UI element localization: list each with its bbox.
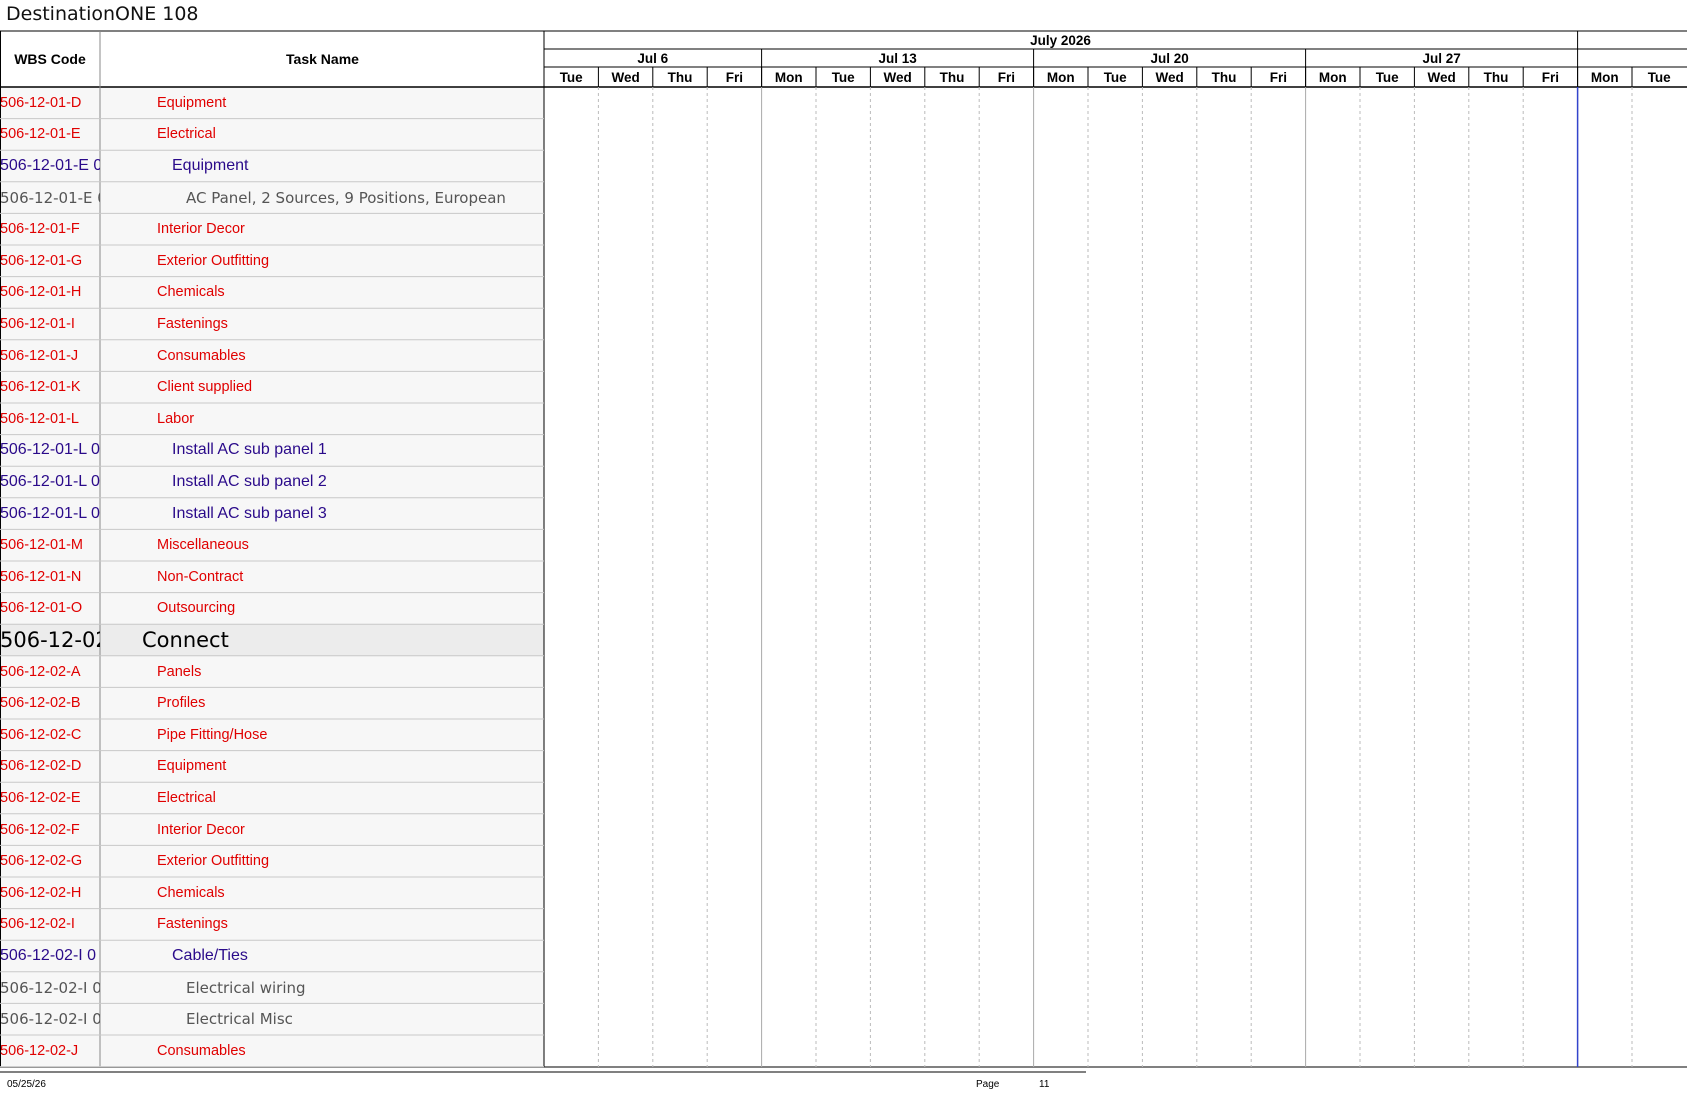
day-label: Mon — [1318, 69, 1347, 85]
wbs-code-cell[interactable]: 506-12-02-C — [0, 719, 100, 751]
task-name-cell[interactable]: Electrical wiring — [186, 972, 540, 1004]
wbs-code-cell[interactable]: 506-12-01-H — [0, 277, 100, 309]
wbs-code-cell[interactable]: 506-12-01-L 0 — [0, 466, 100, 498]
wbs-code-cell[interactable]: 506-12-02-I 01 — [0, 1003, 100, 1035]
footer-date: 05/25/26 — [7, 1079, 46, 1090]
day-label: Wed — [1427, 69, 1456, 85]
wbs-code-cell[interactable]: 506-12-02-H — [0, 877, 100, 909]
task-column-header[interactable]: Task Name — [101, 31, 544, 87]
task-name-cell[interactable]: Labor — [157, 403, 540, 435]
week-label: Jul 13 — [878, 50, 917, 66]
wbs-code-cell[interactable]: 506-12-01-E 0 — [0, 182, 100, 214]
task-name-cell[interactable]: Interior Decor — [157, 213, 540, 245]
day-label: Tue — [1375, 69, 1399, 85]
wbs-code-cell[interactable]: 506-12-02-G — [0, 845, 100, 877]
day-label: Fri — [1269, 69, 1288, 85]
wbs-column-header[interactable]: WBS Code — [0, 31, 100, 87]
wbs-code-cell[interactable]: 506-12-02-I — [0, 909, 100, 941]
wbs-code-cell[interactable]: 506-12-02-D — [0, 751, 100, 783]
day-label: Tue — [1647, 69, 1671, 85]
wbs-code-cell[interactable]: 506-12-02 — [0, 624, 100, 656]
day-label: Tue — [1103, 69, 1127, 85]
footer-page-number: 11 — [1039, 1079, 1050, 1090]
month-label: July 2026 — [1030, 32, 1091, 48]
wbs-code-cell[interactable]: 506-12-02-I 0 — [0, 940, 100, 972]
day-label: Thu — [1483, 69, 1509, 85]
day-label: Fri — [725, 69, 744, 85]
task-name-cell[interactable]: Electrical Misc — [186, 1003, 540, 1035]
wbs-code-cell[interactable]: 506-12-01-D — [0, 87, 100, 119]
wbs-code-cell[interactable]: 506-12-02-E — [0, 782, 100, 814]
task-name-cell[interactable]: Equipment — [157, 751, 540, 783]
wbs-code-cell[interactable]: 506-12-01-J — [0, 340, 100, 372]
day-label: Wed — [883, 69, 912, 85]
wbs-code-cell[interactable]: 506-12-01-N — [0, 561, 100, 593]
task-name-cell[interactable]: AC Panel, 2 Sources, 9 Positions, Europe… — [186, 182, 540, 214]
wbs-code-cell[interactable]: 506-12-01-E — [0, 119, 100, 151]
day-label: Thu — [667, 69, 693, 85]
task-name-cell[interactable]: Exterior Outfitting — [157, 845, 540, 877]
wbs-code-cell[interactable]: 506-12-01-O — [0, 593, 100, 625]
wbs-code-cell[interactable]: 506-12-01-E 0 — [0, 150, 100, 182]
wbs-code-cell[interactable]: 506-12-02-F — [0, 814, 100, 846]
day-label: Wed — [1155, 69, 1184, 85]
task-name-cell[interactable]: Fastenings — [157, 909, 540, 941]
day-label: Mon — [1590, 69, 1619, 85]
day-label: Thu — [939, 69, 965, 85]
day-label: Fri — [1541, 69, 1560, 85]
task-name-cell[interactable]: Non-Contract — [157, 561, 540, 593]
task-name-cell[interactable]: Equipment — [157, 87, 540, 119]
wbs-code-cell[interactable]: 506-12-01-K — [0, 371, 100, 403]
wbs-code-cell[interactable]: 506-12-01-L — [0, 403, 100, 435]
day-label: Mon — [774, 69, 803, 85]
footer-page-label: Page — [976, 1079, 1000, 1090]
task-name-cell[interactable]: Electrical — [157, 119, 540, 151]
wbs-code-cell[interactable]: 506-12-02-J — [0, 1035, 100, 1067]
wbs-code-cell[interactable]: 506-12-01-M — [0, 529, 100, 561]
day-label: Fri — [997, 69, 1016, 85]
week-label: Jul 27 — [1422, 50, 1461, 66]
day-label: Mon — [1046, 69, 1075, 85]
wbs-code-cell[interactable]: 506-12-02-A — [0, 656, 100, 688]
task-name-cell[interactable]: Electrical — [157, 782, 540, 814]
task-name-cell[interactable]: Miscellaneous — [157, 529, 540, 561]
wbs-code-cell[interactable]: 506-12-01-G — [0, 245, 100, 277]
task-name-cell[interactable]: Chemicals — [157, 877, 540, 909]
task-name-cell[interactable]: Connect — [142, 624, 540, 656]
task-name-cell[interactable]: Outsourcing — [157, 593, 540, 625]
task-name-cell[interactable]: Exterior Outfitting — [157, 245, 540, 277]
week-label: Jul 6 — [637, 50, 669, 66]
task-name-cell[interactable]: Profiles — [157, 687, 540, 719]
wbs-code-cell[interactable]: 506-12-01-I — [0, 308, 100, 340]
task-name-cell[interactable]: Consumables — [157, 340, 540, 372]
wbs-code-cell[interactable]: 506-12-01-L 0 — [0, 498, 100, 530]
day-label: Thu — [1211, 69, 1237, 85]
task-name-cell[interactable]: Interior Decor — [157, 814, 540, 846]
task-name-cell[interactable]: Install AC sub panel 3 — [172, 498, 540, 530]
task-name-cell[interactable]: Install AC sub panel 1 — [172, 435, 540, 467]
task-name-cell[interactable]: Cable/Ties — [172, 940, 540, 972]
task-name-cell[interactable]: Panels — [157, 656, 540, 688]
day-label: Tue — [559, 69, 583, 85]
task-name-cell[interactable]: Chemicals — [157, 277, 540, 309]
week-label: Jul 20 — [1150, 50, 1189, 66]
day-label: Tue — [831, 69, 855, 85]
wbs-code-cell[interactable]: 506-12-02-B — [0, 687, 100, 719]
task-name-cell[interactable]: Equipment — [172, 150, 540, 182]
task-name-cell[interactable]: Fastenings — [157, 308, 540, 340]
task-name-cell[interactable]: Pipe Fitting/Hose — [157, 719, 540, 751]
task-name-cell[interactable]: Consumables — [157, 1035, 540, 1067]
wbs-code-cell[interactable]: 506-12-01-L 0 — [0, 435, 100, 467]
day-label: Wed — [611, 69, 640, 85]
wbs-code-cell[interactable]: 506-12-01-F — [0, 213, 100, 245]
task-name-cell[interactable]: Install AC sub panel 2 — [172, 466, 540, 498]
wbs-code-cell[interactable]: 506-12-02-I 01 — [0, 972, 100, 1004]
task-name-cell[interactable]: Client supplied — [157, 371, 540, 403]
